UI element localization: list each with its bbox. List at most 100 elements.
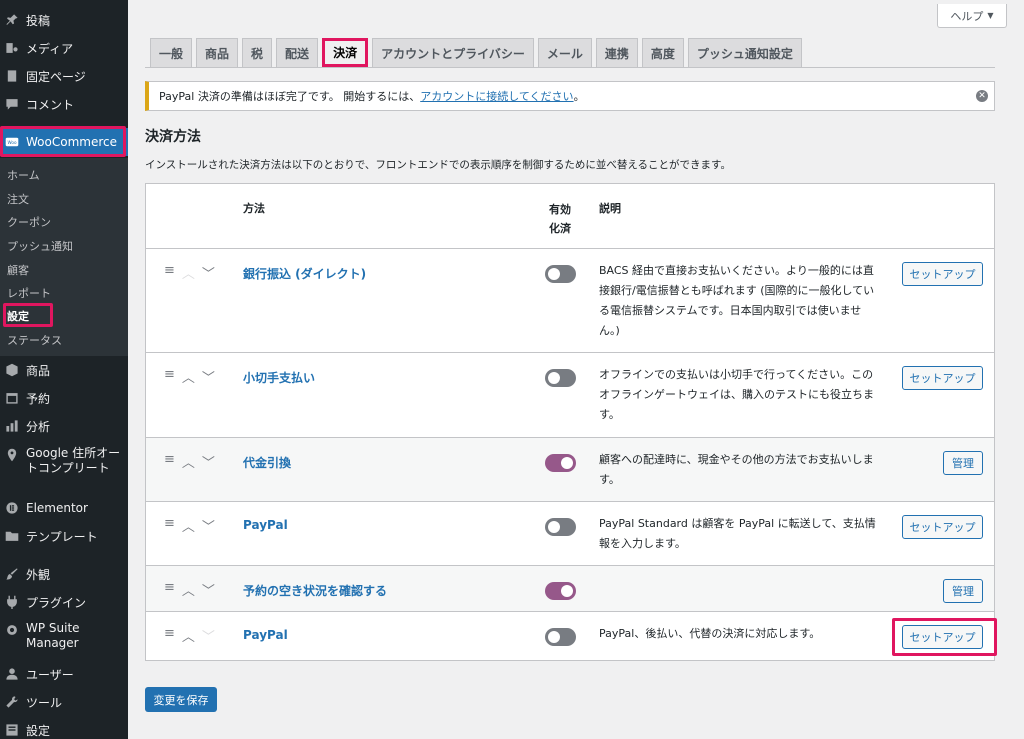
box-icon xyxy=(5,363,19,377)
paypal-notice: PayPal 決済の準備はほぼ完了です。 開始するには、アカウントに接続してくだ… xyxy=(145,81,995,111)
section-description: インストールされた決済方法は以下のとおりで、フロントエンドでの表示順序を制御する… xyxy=(145,159,732,171)
tab-integration[interactable]: 連携 xyxy=(595,38,638,67)
enabled-toggle[interactable] xyxy=(545,454,576,472)
sort-handle[interactable]: ≡ ︿ ﹀ xyxy=(164,626,215,645)
drag-icon: ≡ xyxy=(164,516,175,531)
page-title: 決済方法 xyxy=(145,129,201,145)
tab-push-settings[interactable]: プッシュ通知設定 xyxy=(687,38,802,67)
tab-payments[interactable]: 決済 xyxy=(322,38,369,67)
sidebar-item-label: 固定ページ xyxy=(26,69,86,84)
sort-handle[interactable]: ≡ ︿ ﹀ xyxy=(164,516,215,535)
setup-button[interactable]: セットアップ xyxy=(902,366,983,390)
table-row: ≡ ︿ ﹀ 予約の空き状況を確認する 管理 xyxy=(146,565,994,611)
payment-method-name[interactable]: 代金引換 xyxy=(243,454,291,471)
sidebar-item-analytics[interactable]: 分析 xyxy=(0,416,128,436)
submenu-item-coupons[interactable]: クーポン xyxy=(7,214,51,230)
table-row: ≡ ︿ ﹀ PayPal PayPal Standard は顧客を PayPal に… xyxy=(146,501,994,565)
sidebar-item-label: プラグイン xyxy=(26,595,87,610)
chevron-down-icon: ﹀ xyxy=(201,267,215,282)
settings-icon xyxy=(5,723,19,737)
tab-accounts-privacy[interactable]: アカウントとプライバシー xyxy=(372,38,534,67)
submenu-item-status[interactable]: ステータス xyxy=(7,332,62,348)
sidebar-item-posts[interactable]: 投稿 xyxy=(0,10,128,30)
payment-method-name[interactable]: 予約の空き状況を確認する xyxy=(243,582,387,599)
chevron-down-icon: ﹀ xyxy=(201,456,215,471)
save-changes-button[interactable]: 変更を保存 xyxy=(145,687,217,712)
sidebar-item-elementor[interactable]: Elementor xyxy=(0,498,128,518)
manage-button[interactable]: 管理 xyxy=(943,451,983,475)
setup-button[interactable]: セットアップ xyxy=(902,515,983,539)
sidebar-item-comments[interactable]: コメント xyxy=(0,94,128,114)
tab-products[interactable]: 商品 xyxy=(196,38,239,67)
submenu-item-orders[interactable]: 注文 xyxy=(7,191,29,207)
comment-icon xyxy=(5,97,19,111)
chevron-up-icon: ︿ xyxy=(181,520,195,535)
sidebar-item-wp-suite-manager[interactable]: WP Suite Manager xyxy=(0,621,128,655)
sidebar-item-google-autocomplete[interactable]: Google 住所オー トコンプリート xyxy=(0,446,128,480)
enabled-toggle[interactable] xyxy=(545,518,576,536)
sidebar-item-pages[interactable]: 固定ページ xyxy=(0,66,128,86)
enabled-toggle[interactable] xyxy=(545,582,576,600)
drag-icon: ≡ xyxy=(164,626,175,641)
pin-icon xyxy=(5,13,19,27)
sort-handle[interactable]: ≡ ︿ ﹀ xyxy=(164,452,215,471)
chevron-down-icon: ﹀ xyxy=(201,520,215,535)
setup-button[interactable]: セットアップ xyxy=(902,262,983,286)
submenu-item-settings[interactable]: 設定 xyxy=(7,308,29,324)
chevron-up-icon: ︿ xyxy=(181,584,195,599)
sidebar-item-label: コメント xyxy=(26,97,75,112)
table-row: ≡ ︿ ﹀ 小切手支払い オフラインでの支払いは小切手で行ってください。このオフライ… xyxy=(146,352,994,437)
manage-button[interactable]: 管理 xyxy=(943,579,983,603)
sidebar-item-label: 外観 xyxy=(26,567,51,582)
enabled-toggle[interactable] xyxy=(545,265,576,283)
enabled-toggle[interactable] xyxy=(545,369,576,387)
sidebar-item-bookings[interactable]: 予約 xyxy=(0,388,128,408)
sort-handle[interactable]: ≡ ︿ ﹀ xyxy=(164,580,215,599)
sidebar-item-settings[interactable]: 設定 xyxy=(0,720,128,739)
tab-tax[interactable]: 税 xyxy=(242,38,273,67)
sort-handle[interactable]: ≡ ︿ ﹀ xyxy=(164,263,215,282)
drag-icon: ≡ xyxy=(164,580,175,595)
sidebar-item-label: 投稿 xyxy=(26,13,51,28)
connect-account-link[interactable]: アカウントに接続してください xyxy=(420,90,573,103)
sidebar-item-templates[interactable]: テンプレート xyxy=(0,526,128,546)
payment-method-name[interactable]: PayPal xyxy=(243,518,288,532)
sidebar-item-plugins[interactable]: プラグイン xyxy=(0,592,128,612)
sidebar-item-label: メディア xyxy=(26,41,74,56)
payment-method-description: オフラインでの支払いは小切手で行ってください。このオフラインゲートウェイは、購入… xyxy=(599,368,874,421)
submenu-item-push[interactable]: プッシュ通知 xyxy=(7,238,73,254)
tab-shipping[interactable]: 配送 xyxy=(276,38,319,67)
gear-icon xyxy=(5,623,19,637)
table-row: ≡ ︿ ﹀ 代金引換 顧客への配達時に、現金やその他の方法でお支払いします。 管理 xyxy=(146,437,994,501)
payment-method-name[interactable]: PayPal xyxy=(243,628,288,642)
close-icon[interactable]: ✕ xyxy=(976,90,988,102)
enabled-toggle[interactable] xyxy=(545,628,576,646)
tab-emails[interactable]: メール xyxy=(537,38,592,67)
payment-method-name[interactable]: 小切手支払い xyxy=(243,369,315,386)
sidebar-item-media[interactable]: メディア xyxy=(0,38,128,58)
column-header-method: 方法 xyxy=(243,202,265,215)
woo-icon: Woo xyxy=(5,135,19,149)
submenu-item-home[interactable]: ホーム xyxy=(7,167,40,183)
sidebar-item-products[interactable]: 商品 xyxy=(0,360,128,380)
payment-methods-table: 方法 有効 化済 説明 ≡ ︿ ﹀ 銀行振込 (ダイレクト) BACS 経由で直接お… xyxy=(145,183,997,661)
sidebar-item-tools[interactable]: ツール xyxy=(0,692,128,712)
tab-general[interactable]: 一般 xyxy=(150,38,193,67)
sidebar-item-appearance[interactable]: 外観 xyxy=(0,564,128,584)
calendar-icon xyxy=(5,391,19,405)
sidebar-item-woocommerce[interactable]: Woo WooCommerce xyxy=(0,128,128,156)
sidebar-item-users[interactable]: ユーザー xyxy=(0,664,128,684)
tab-advanced[interactable]: 高度 xyxy=(641,38,684,67)
submenu-item-customers[interactable]: 顧客 xyxy=(7,262,29,278)
settings-tabs: 一般 商品 税 配送 決済 アカウントとプライバシー メール 連携 高度 プッシ… xyxy=(150,38,806,68)
column-header-enabled: 有効 化済 xyxy=(549,200,571,238)
help-button[interactable]: ヘルプ ▼ xyxy=(937,4,1007,28)
payment-method-name[interactable]: 銀行振込 (ダイレクト) xyxy=(243,265,366,282)
sidebar-item-label-line1: WP Suite xyxy=(26,621,80,635)
payment-method-description: PayPal、後払い、代替の決済に対応します。 xyxy=(599,627,821,640)
setup-button[interactable]: セットアップ xyxy=(902,625,983,649)
payment-method-description: PayPal Standard は顧客を PayPal に転送して、支払情報を入… xyxy=(599,517,876,550)
sort-handle[interactable]: ≡ ︿ ﹀ xyxy=(164,367,215,386)
submenu-item-reports[interactable]: レポート xyxy=(7,285,51,301)
chevron-down-icon: ﹀ xyxy=(201,630,215,645)
